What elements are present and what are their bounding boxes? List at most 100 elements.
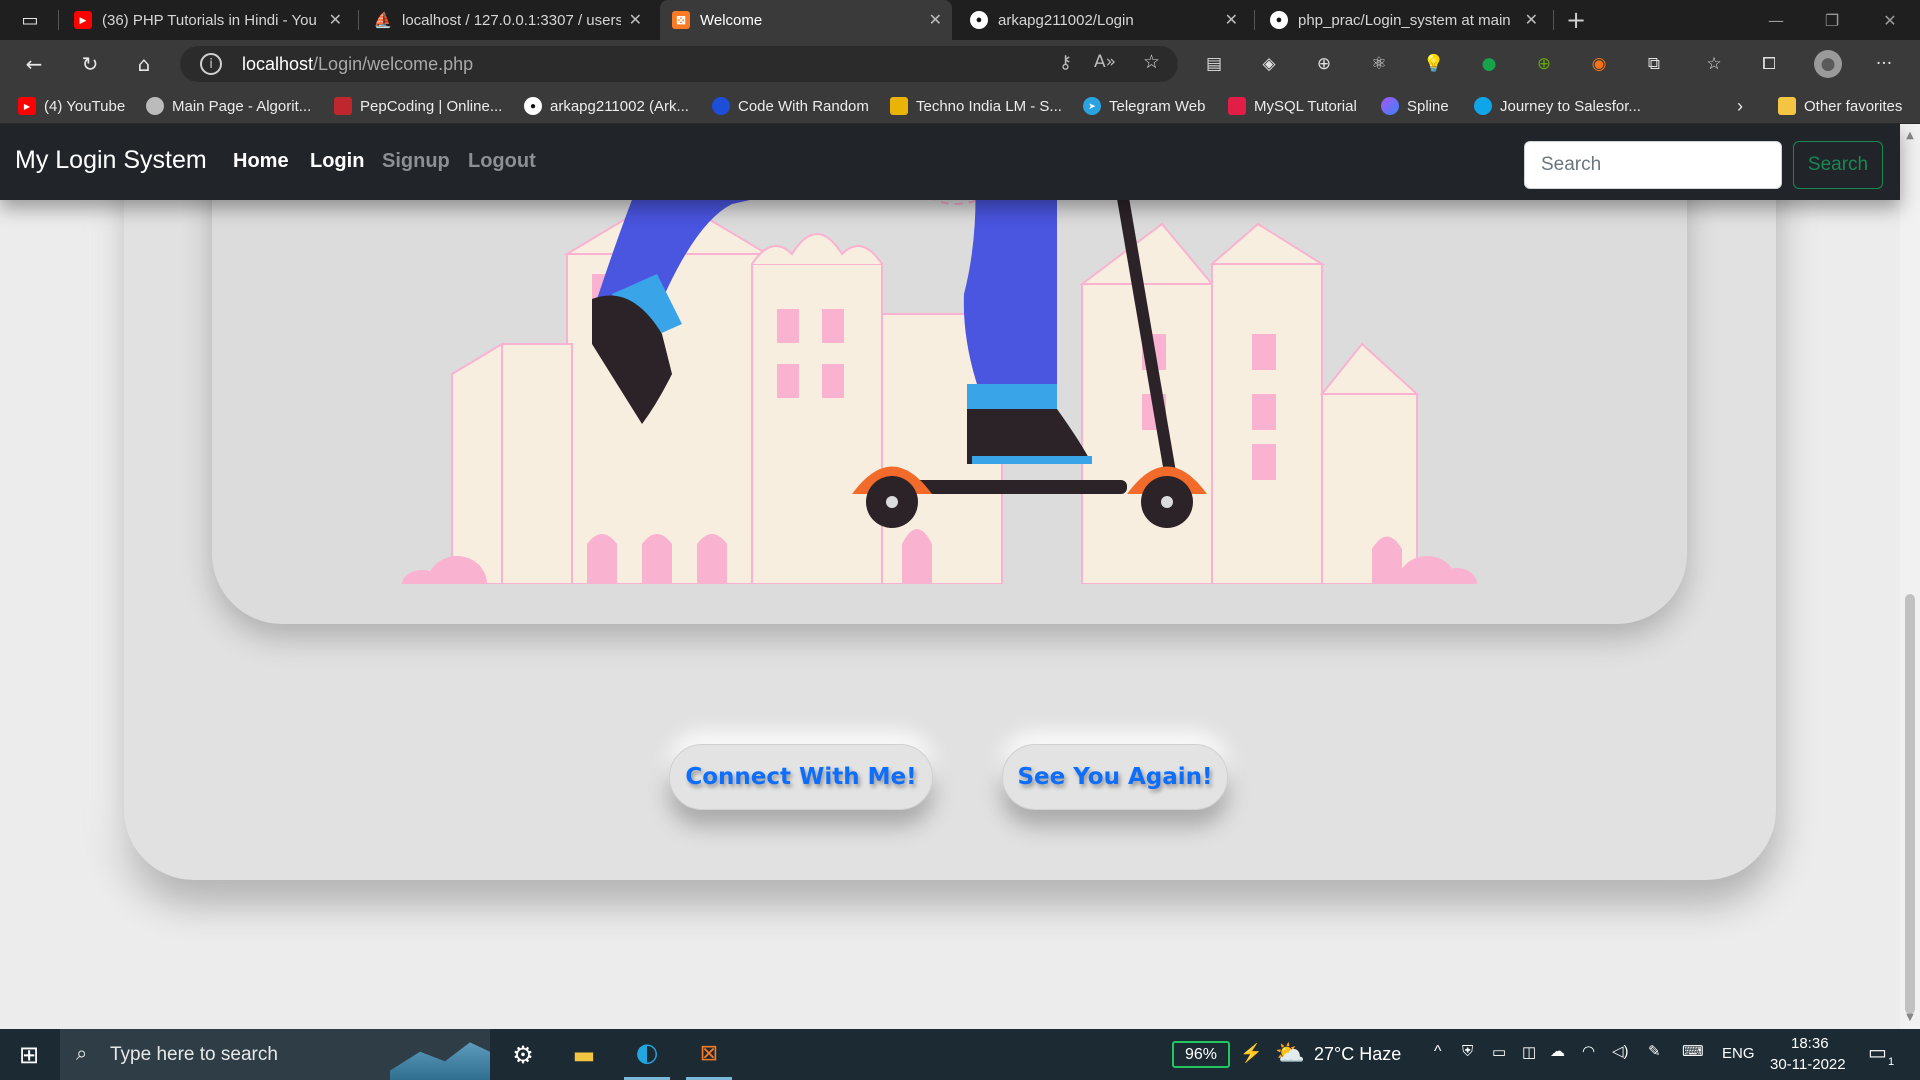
address-bar[interactable]: i localhost/Login/welcome.php ⚷ A» ☆ xyxy=(180,46,1178,82)
lightbulb-ext-icon[interactable]: 💡 xyxy=(1422,52,1446,76)
codewithrandom-icon xyxy=(712,97,730,115)
profile-avatar[interactable]: ● xyxy=(1814,50,1842,78)
volume-icon[interactable]: ◁) xyxy=(1612,1042,1629,1060)
windows-start-icon[interactable]: ⊞ xyxy=(0,1029,58,1080)
home-icon[interactable]: ⌂ xyxy=(128,48,160,80)
more-menu-icon[interactable]: ··· xyxy=(1872,52,1896,76)
telegram-icon: ➤ xyxy=(1083,97,1101,115)
edge-browser-icon[interactable]: ◐ xyxy=(624,1029,670,1080)
extension-icon[interactable]: ◈ xyxy=(1257,52,1281,76)
tab-github-php-prac[interactable]: ● php_prac/Login_system at main ✕ xyxy=(1258,0,1548,40)
info-icon[interactable]: i xyxy=(200,53,222,75)
bookmark-telegram[interactable]: ➤ Telegram Web xyxy=(1083,94,1205,118)
battery-indicator[interactable]: 96% xyxy=(1172,1041,1230,1068)
colorful-ext-icon[interactable]: ◉ xyxy=(1587,52,1611,76)
windows-taskbar: ⊞ ⌕ Type here to search ⚙ ▬ ◐ ⊠ 96% ⚡ ⛅ … xyxy=(0,1029,1920,1080)
notifications-count: 1 xyxy=(1888,1056,1895,1068)
scroll-up-icon[interactable]: ▲ xyxy=(1903,130,1917,144)
new-tab-button[interactable]: + xyxy=(1560,4,1592,36)
tab-welcome[interactable]: ⊠ Welcome ✕ xyxy=(660,0,952,40)
wifi-icon[interactable]: ◠ xyxy=(1582,1042,1595,1060)
bookmark-pepcoding[interactable]: PepCoding | Online... xyxy=(334,94,502,118)
collections-icon[interactable]: ⧠ xyxy=(1757,52,1781,76)
chevron-up-icon[interactable]: ^ xyxy=(1434,1043,1442,1061)
xampp-taskbar-icon[interactable]: ⊠ xyxy=(686,1029,732,1080)
bookmark-code-with-random[interactable]: Code With Random xyxy=(712,94,869,118)
tab-github-login[interactable]: ● arkapg211002/Login ✕ xyxy=(958,0,1248,40)
techno-india-icon xyxy=(890,97,908,115)
github-icon: ● xyxy=(1270,11,1288,29)
tab-php-tutorials[interactable]: ▶ (36) PHP Tutorials in Hindi - You ✕ xyxy=(62,0,352,40)
youtube-icon: ▶ xyxy=(74,11,92,29)
charging-plug-icon: ⚡ xyxy=(1240,1043,1263,1063)
favorites-icon[interactable]: ☆ xyxy=(1702,52,1726,76)
extensions-puzzle-icon[interactable]: ⧉ xyxy=(1642,52,1666,76)
search-button[interactable]: Search xyxy=(1793,141,1883,189)
clock-time[interactable]: 18:36 xyxy=(1791,1035,1829,1052)
nav-logout[interactable]: Logout xyxy=(468,150,536,173)
spline-icon xyxy=(1381,97,1399,115)
grammarly-icon[interactable]: ● xyxy=(1477,52,1501,76)
react-devtools-icon[interactable]: ⚛ xyxy=(1367,52,1391,76)
weather-text[interactable]: 27°C Haze xyxy=(1314,1044,1401,1065)
tab-strip: ▭ ▶ (36) PHP Tutorials in Hindi - You ✕ … xyxy=(0,0,1920,40)
restore-button[interactable]: ❐ xyxy=(1804,0,1860,40)
see-you-again-button[interactable]: See You Again! xyxy=(1002,744,1228,810)
bookmark-techno-india[interactable]: Techno India LM - S... xyxy=(890,94,1062,118)
keyboard-icon[interactable]: ⌨ xyxy=(1682,1042,1704,1060)
green-plus-ext-icon[interactable]: ⊕ xyxy=(1532,52,1556,76)
read-aloud-icon[interactable]: A» xyxy=(1094,52,1116,72)
youtube-icon: ▶ xyxy=(18,97,36,115)
battery-tray-icon[interactable]: ▭ xyxy=(1492,1043,1506,1061)
chevron-right-icon[interactable]: › xyxy=(1737,94,1743,118)
minimize-button[interactable]: — xyxy=(1748,0,1804,40)
bookmark-mysql[interactable]: MySQL Tutorial xyxy=(1228,94,1357,118)
meet-icon[interactable]: ◫ xyxy=(1522,1043,1536,1061)
pen-icon[interactable]: ✎ xyxy=(1648,1042,1661,1060)
add-favorite-icon[interactable]: ☆ xyxy=(1143,51,1160,73)
nav-signup[interactable]: Signup xyxy=(382,150,450,173)
back-icon[interactable]: ← xyxy=(18,48,50,80)
bookmark-algorithms[interactable]: Main Page - Algorit... xyxy=(146,94,311,118)
scroll-thumb[interactable] xyxy=(1905,594,1915,1014)
close-icon[interactable]: ✕ xyxy=(1525,10,1538,30)
bookmark-spline[interactable]: Spline xyxy=(1381,94,1449,118)
brand-title[interactable]: My Login System xyxy=(15,146,207,175)
algorithms-icon xyxy=(146,97,164,115)
close-window-button[interactable]: ✕ xyxy=(1862,0,1918,40)
language-indicator[interactable]: ENG xyxy=(1722,1045,1755,1062)
onedrive-icon[interactable]: ☁ xyxy=(1550,1042,1565,1060)
close-icon[interactable]: ✕ xyxy=(329,10,342,30)
taskbar-search[interactable]: ⌕ Type here to search xyxy=(60,1029,490,1080)
plus-circle-ext-icon[interactable]: ⊕ xyxy=(1312,52,1336,76)
mysql-icon xyxy=(1228,97,1246,115)
weather-icon: ⛅ xyxy=(1275,1040,1305,1067)
close-icon[interactable]: ✕ xyxy=(629,10,642,30)
bookmark-youtube[interactable]: ▶ (4) YouTube xyxy=(18,94,125,118)
tab-phpmyadmin[interactable]: ⛵ localhost / 127.0.0.1:3307 / users ✕ xyxy=(362,0,652,40)
other-favorites[interactable]: Other favorites xyxy=(1778,94,1902,118)
file-explorer-icon[interactable]: ▬ xyxy=(561,1029,607,1080)
connect-with-me-button[interactable]: Connect With Me! xyxy=(669,744,933,810)
notifications-icon[interactable]: ▭ xyxy=(1868,1040,1887,1065)
browser-toolbar: ← ↻ ⌂ i localhost/Login/welcome.php ⚷ A»… xyxy=(0,40,1920,88)
xampp-icon: ⊠ xyxy=(672,11,690,29)
search-icon: ⌕ xyxy=(76,1041,88,1065)
nav-home[interactable]: Home xyxy=(233,150,289,173)
settings-gear-icon[interactable]: ⚙ xyxy=(500,1029,546,1080)
tab-actions-icon[interactable]: ▭ xyxy=(14,4,46,36)
bookmark-github[interactable]: ● arkapg211002 (Ark... xyxy=(524,94,689,118)
nav-login[interactable]: Login xyxy=(310,150,364,173)
scroll-down-icon[interactable]: ▼ xyxy=(1903,1012,1917,1026)
refresh-icon[interactable]: ↻ xyxy=(74,48,106,80)
key-icon[interactable]: ⚷ xyxy=(1059,52,1072,73)
search-input[interactable]: Search xyxy=(1524,141,1782,189)
github-icon: ● xyxy=(970,11,988,29)
collections-ext-icon[interactable]: ▤ xyxy=(1202,52,1226,76)
close-icon[interactable]: ✕ xyxy=(929,10,942,30)
defender-icon[interactable]: ⛨ xyxy=(1462,1043,1473,1060)
bookmark-salesforce[interactable]: Journey to Salesfor... xyxy=(1474,94,1641,118)
clock-date[interactable]: 30-11-2022 xyxy=(1770,1056,1846,1073)
salesforce-icon xyxy=(1474,97,1492,115)
close-icon[interactable]: ✕ xyxy=(1225,10,1238,30)
